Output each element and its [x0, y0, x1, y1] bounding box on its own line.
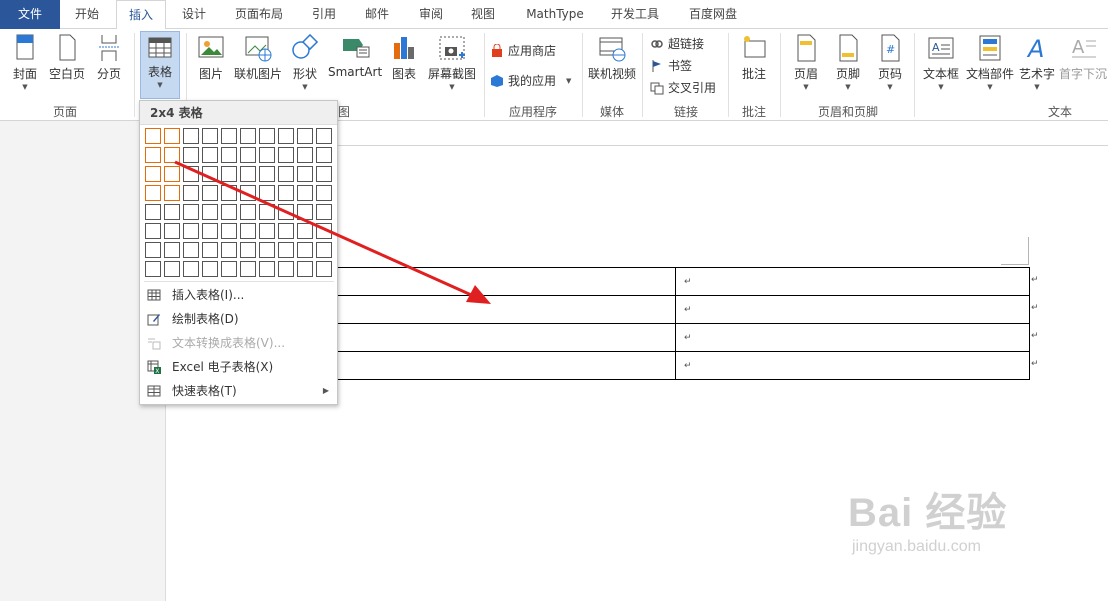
watermark-url: jingyan.baidu.com: [852, 538, 981, 555]
watermark-logo-text: Bai 经验: [848, 491, 1008, 535]
baidu-jingyan-watermark: Bai 经验 jingyan.baidu.com: [848, 480, 1007, 556]
